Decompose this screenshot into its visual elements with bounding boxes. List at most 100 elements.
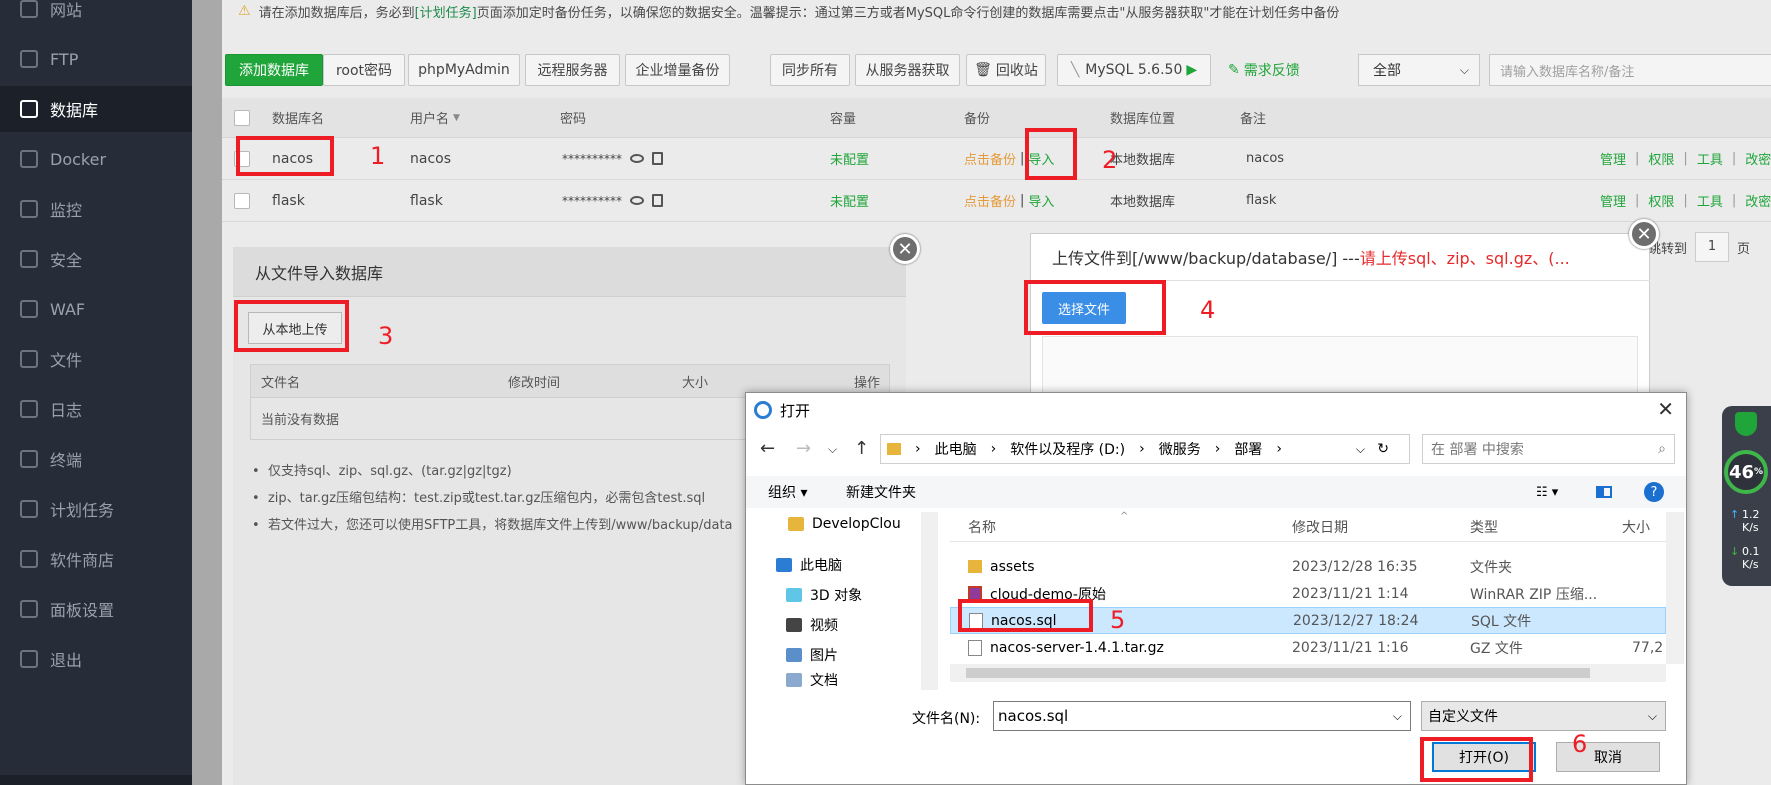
db-name[interactable]: flask [272, 180, 305, 221]
chevron-right-icon: › [1139, 441, 1145, 457]
refresh-icon[interactable]: ↻ [1377, 441, 1389, 457]
col-name[interactable]: 名称 [968, 512, 996, 541]
address-bar[interactable]: › 此电脑 › 软件以及程序 (D:) › 微服务 › 部署 › ⌵ ↻ [880, 434, 1410, 464]
cube-icon [786, 588, 802, 602]
chevron-down-icon[interactable]: ⌵ [1356, 442, 1365, 457]
recycle-bin-button[interactable]: 🗑 回收站 [966, 54, 1046, 86]
filetype-select[interactable]: 自定义文件 ⌵ [1421, 701, 1666, 731]
db-capacity[interactable]: 未配置 [830, 180, 869, 221]
sidebar-item-database[interactable]: 数据库 [0, 86, 192, 132]
db-note[interactable]: nacos [1246, 138, 1284, 179]
sidebar-item-logs[interactable]: 日志 [0, 386, 192, 432]
sidebar-item-monitor[interactable]: 监控 [0, 186, 192, 232]
sidebar-item-ftp[interactable]: FTP [0, 36, 192, 82]
hscroll-thumb[interactable] [966, 668, 1590, 678]
root-password-button[interactable]: root密码 [323, 54, 405, 86]
select-all-checkbox[interactable] [234, 110, 250, 126]
table-row: nacos nacos ********** 未配置 点击备份 | 导入 本地数据库… [222, 138, 1771, 180]
tree-item[interactable]: 3D 对象 [786, 585, 862, 605]
help-icon[interactable]: ? [1644, 482, 1664, 502]
upload-drop-area[interactable] [1042, 336, 1638, 393]
breadcrumb-item[interactable]: 软件以及程序 (D:) [1010, 439, 1125, 459]
eye-icon[interactable] [630, 196, 644, 205]
globe-icon [20, 0, 38, 18]
import-link[interactable]: 导入 [1028, 191, 1054, 210]
tree-item[interactable]: 此电脑 [776, 555, 842, 575]
sidebar-item-logout[interactable]: 退出 [0, 636, 192, 682]
recent-dropdown-icon[interactable]: ⌵ [828, 442, 837, 457]
cpu-gauge: 46% [1724, 450, 1768, 494]
mysql-version-button[interactable]: ╲ MySQL 5.6.50 ▶ [1057, 54, 1211, 86]
tools-link[interactable]: 工具 [1697, 191, 1723, 210]
fetch-from-server-button[interactable]: 从服务器获取 [855, 54, 960, 86]
breadcrumb-item[interactable]: 部署 [1234, 439, 1262, 459]
log-icon [20, 400, 38, 418]
remote-server-button[interactable]: 远程服务器 [525, 54, 620, 86]
sidebar-item-website[interactable]: 网站 [0, 0, 192, 32]
open-dialog-titlebar: 打开 ✕ [746, 393, 1686, 427]
tree-item[interactable]: 文档 [786, 672, 838, 688]
notice-link[interactable]: [计划任务] [415, 2, 477, 21]
incremental-backup-button[interactable]: 企业增量备份 [625, 54, 730, 86]
db-note[interactable]: flask [1246, 180, 1276, 221]
feedback-link[interactable]: ✎ 需求反馈 [1228, 54, 1300, 86]
up-arrow-icon[interactable]: ↑ [854, 438, 869, 459]
page-input[interactable]: 1 [1695, 232, 1730, 262]
col-date[interactable]: 修改日期 [1292, 512, 1348, 541]
chevron-down-icon[interactable]: ⌵ [1393, 709, 1402, 724]
preview-pane-icon[interactable] [1596, 476, 1612, 508]
eye-icon[interactable] [630, 154, 644, 163]
sidebar-item-settings[interactable]: 面板设置 [0, 586, 192, 632]
col-size[interactable]: 大小 [1622, 512, 1650, 541]
add-database-button[interactable]: 添加数据库 [225, 54, 323, 86]
sidebar-item-files[interactable]: 文件 [0, 336, 192, 382]
forward-arrow-icon[interactable]: → [796, 438, 811, 459]
filename-input[interactable]: nacos.sql ⌵ [993, 701, 1411, 731]
manage-link[interactable]: 管理 [1600, 149, 1626, 168]
tree-item[interactable]: 图片 [786, 645, 838, 665]
search-input[interactable]: 请输入数据库名称/备注 [1489, 54, 1771, 86]
sidebar-item-cron[interactable]: 计划任务 [0, 486, 192, 532]
sidebar-item-waf[interactable]: WAF [0, 286, 192, 332]
organize-menu[interactable]: 组织 ▾ [768, 476, 807, 508]
permission-link[interactable]: 权限 [1648, 191, 1674, 210]
sidebar-item-label: 软件商店 [50, 551, 115, 570]
tools-link[interactable]: 工具 [1697, 149, 1723, 168]
tree-scrollbar[interactable] [921, 512, 938, 690]
col-type[interactable]: 类型 [1470, 512, 1498, 541]
file-row[interactable]: nacos-server-1.4.1.tar.gz 2023/11/21 1:1… [950, 634, 1666, 661]
change-password-link[interactable]: 改密 [1745, 149, 1771, 168]
sidebar-item-security[interactable]: 安全 [0, 236, 192, 282]
breadcrumb-item[interactable]: 微服务 [1159, 439, 1201, 459]
sidebar-item-store[interactable]: 软件商店 [0, 536, 192, 582]
close-icon[interactable]: ✕ [890, 234, 920, 264]
change-password-link[interactable]: 改密 [1745, 191, 1771, 210]
close-icon[interactable]: ✕ [1657, 397, 1674, 421]
back-arrow-icon[interactable]: ← [760, 438, 775, 459]
phpmyadmin-button[interactable]: phpMyAdmin [408, 54, 520, 86]
db-capacity[interactable]: 未配置 [830, 138, 869, 179]
annotation-box-2 [1025, 128, 1077, 180]
file-list-hscroll[interactable] [950, 664, 1666, 682]
permission-link[interactable]: 权限 [1648, 149, 1674, 168]
sync-all-button[interactable]: 同步所有 [770, 54, 850, 86]
sidebar-item-terminal[interactable]: 终端 [0, 436, 192, 482]
copy-icon[interactable] [652, 194, 663, 207]
tree-item[interactable]: 视频 [786, 615, 838, 635]
file-list-scrollbar[interactable] [1666, 512, 1684, 664]
breadcrumb-item[interactable]: 此电脑 [935, 439, 977, 459]
view-options-icon[interactable]: ☷ ▾ [1536, 476, 1558, 508]
close-icon[interactable]: ✕ [1629, 219, 1659, 249]
backup-link[interactable]: 点击备份 [964, 149, 1016, 168]
row-checkbox[interactable] [234, 193, 250, 209]
filter-select[interactable]: 全部 ⌵ [1358, 54, 1480, 86]
folder-search-input[interactable]: 在 部署 中搜索 ⌕ [1422, 434, 1675, 464]
copy-icon[interactable] [652, 152, 663, 165]
sidebar-item-docker[interactable]: Docker [0, 136, 192, 182]
annotation-number-5: 5 [1110, 606, 1126, 634]
backup-link[interactable]: 点击备份 [964, 191, 1016, 210]
new-folder-button[interactable]: 新建文件夹 [846, 476, 916, 508]
file-row[interactable]: assets 2023/12/28 16:35 文件夹 [950, 553, 1666, 580]
manage-link[interactable]: 管理 [1600, 191, 1626, 210]
tree-item[interactable]: DevelopClou [788, 516, 928, 532]
